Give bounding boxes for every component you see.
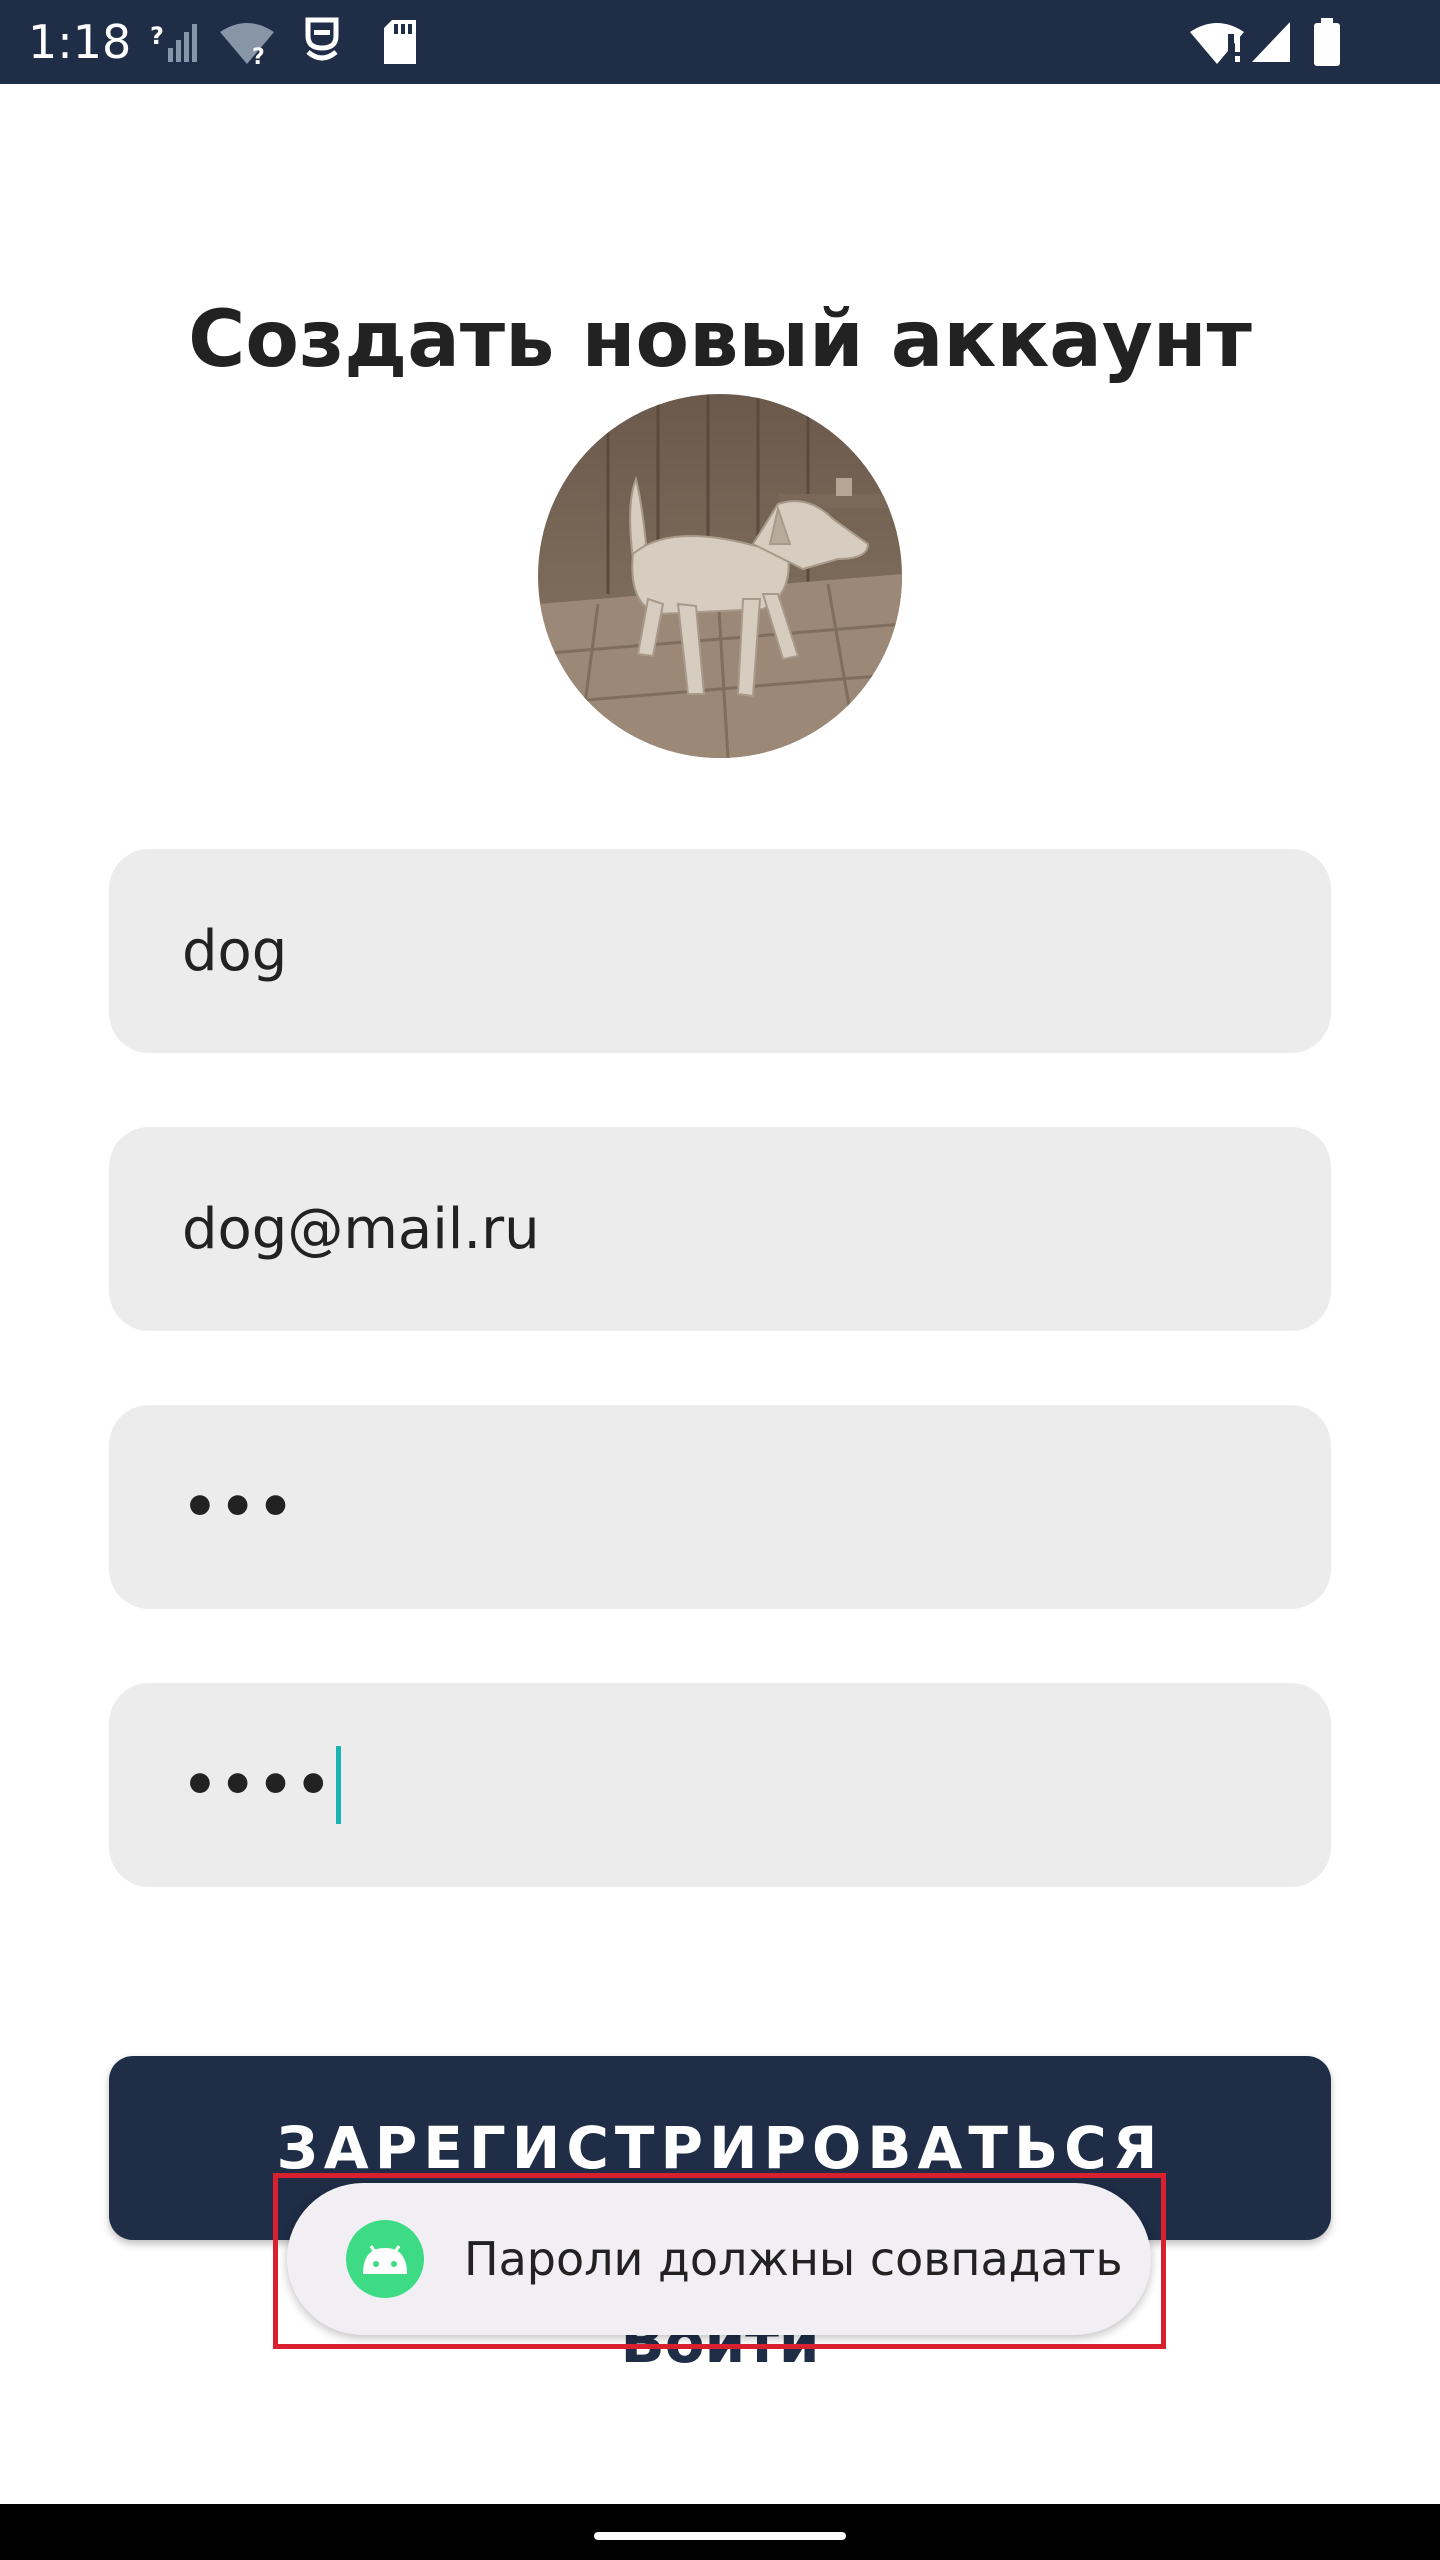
toast-highlight-box: [273, 2173, 1166, 2349]
avatar[interactable]: [538, 394, 902, 758]
svg-text:?: ?: [252, 45, 265, 66]
wifi-alert-icon: [1190, 23, 1244, 64]
wifi-unknown-icon: ?: [220, 23, 274, 66]
confirm-password-field[interactable]: ••••: [109, 1683, 1331, 1887]
cell-signal-icon: [1252, 22, 1290, 62]
sd-card-icon: [384, 20, 416, 64]
username-field[interactable]: dog: [109, 849, 1331, 1053]
dog-image: [538, 394, 902, 758]
home-handle[interactable]: [594, 2532, 846, 2540]
signal-unknown-icon: ?: [150, 22, 197, 62]
page-title: Создать новый аккаунт: [188, 295, 1252, 385]
status-bar: 1:18 ? ?: [0, 0, 1440, 84]
password-field[interactable]: •••: [109, 1405, 1331, 1609]
email-field[interactable]: dog@mail.ru: [109, 1127, 1331, 1331]
email-value: dog@mail.ru: [182, 1196, 540, 1262]
svg-text:?: ?: [150, 22, 164, 50]
confirm-password-value: ••••: [182, 1752, 334, 1818]
text-cursor: [336, 1746, 342, 1824]
sim-icon: [305, 17, 339, 61]
username-value: dog: [182, 918, 288, 984]
battery-icon: [1314, 18, 1340, 66]
status-time: 1:18: [28, 15, 132, 69]
password-value: •••: [182, 1474, 296, 1540]
